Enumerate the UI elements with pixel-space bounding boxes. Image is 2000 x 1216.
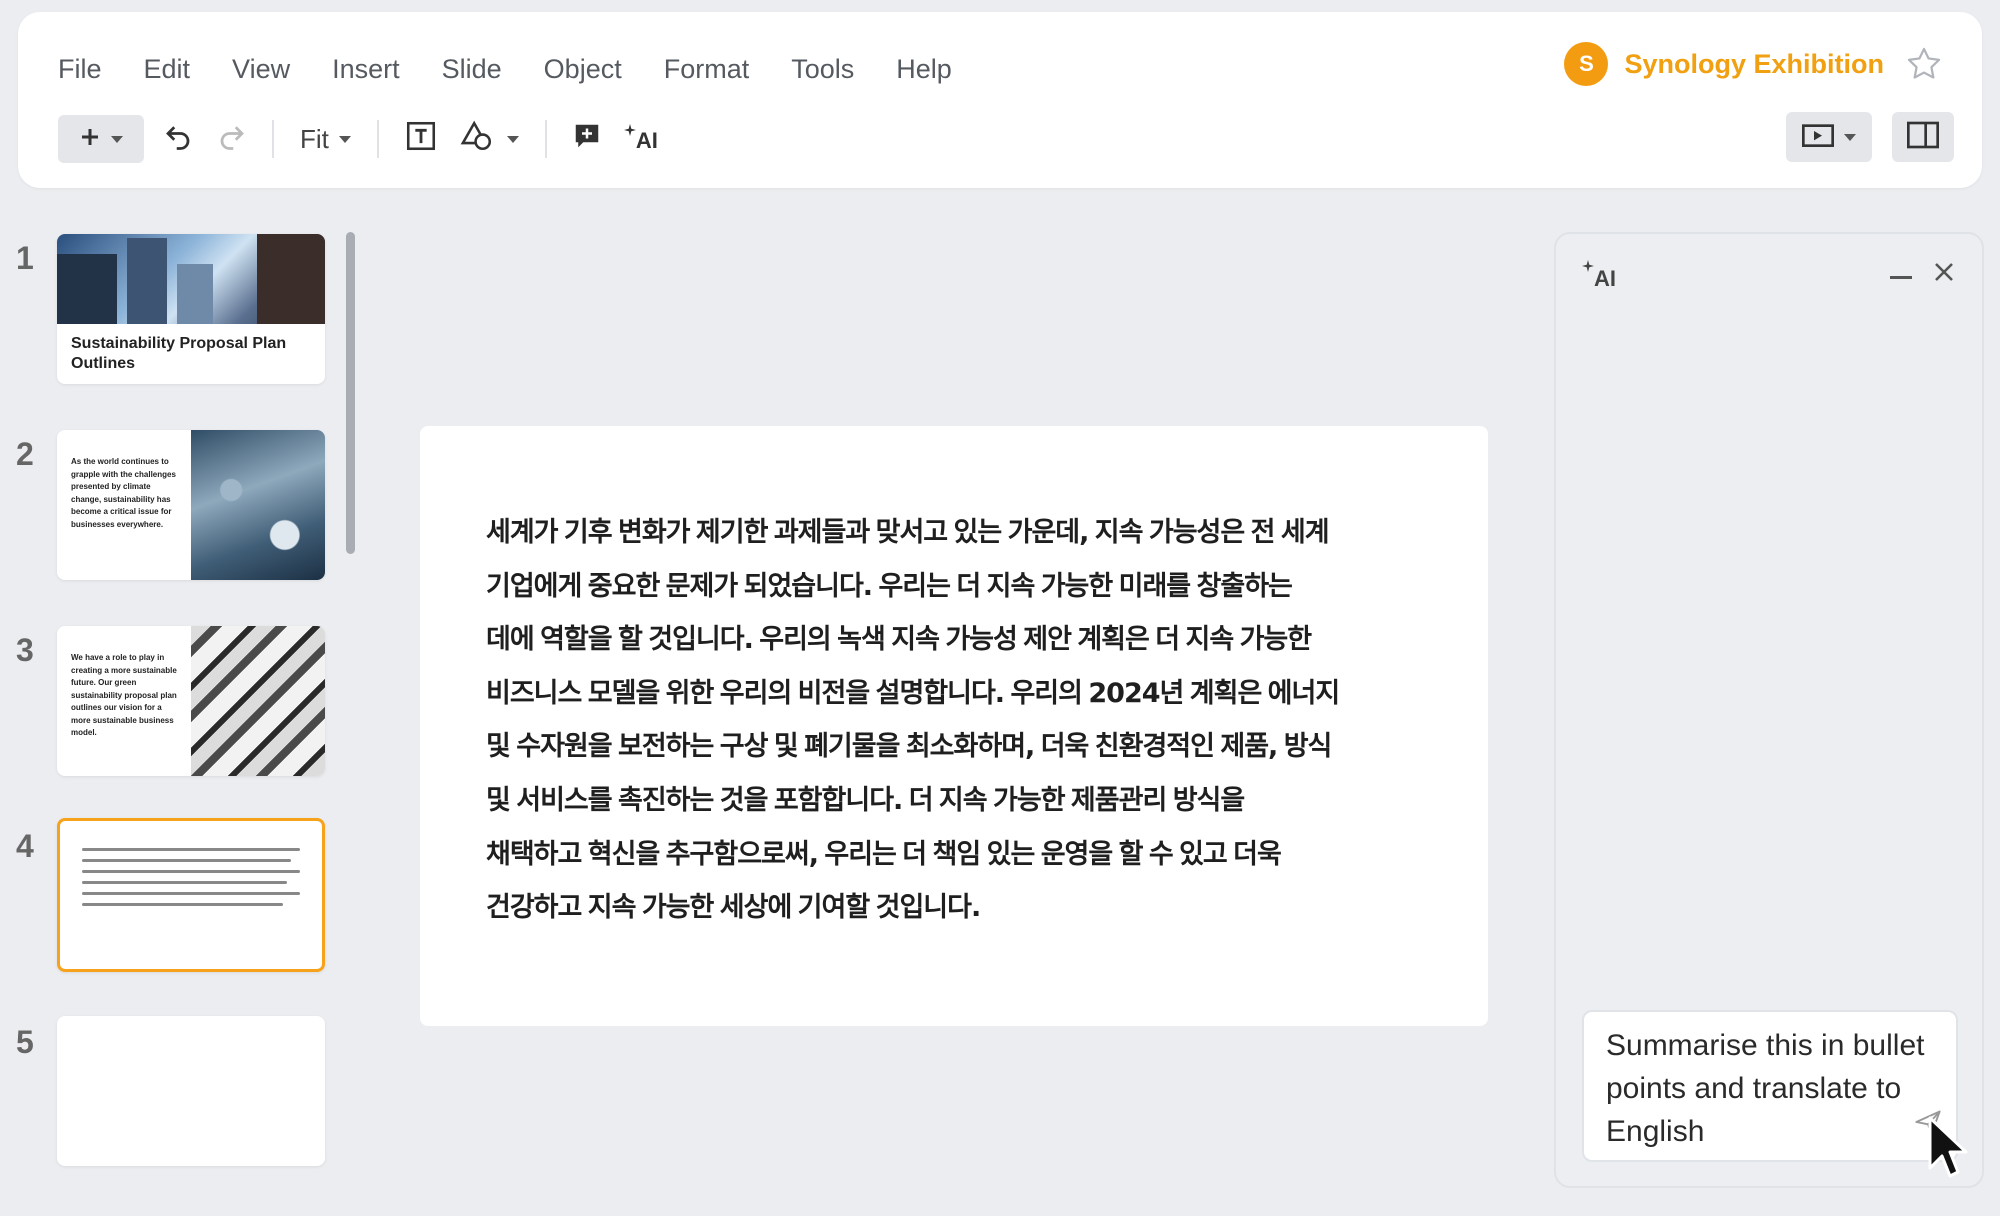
ai-assistant-panel: AI Summarise this in bullet points and t… [1554,232,1984,1188]
slide-text-line: 비즈니스 모델을 위한 우리의 비전을 설명합니다. 우리의 2024년 계획은… [486,677,1340,709]
text-box-icon [404,119,438,160]
menu-object[interactable]: Object [523,50,643,89]
top-bar: File Edit View Insert Slide Object Forma… [18,12,1982,188]
menu-help[interactable]: Help [875,50,973,89]
undo-icon [163,121,193,158]
slide-text-line: 기업에게 중요한 문제가 되었습니다. 우리는 더 지속 가능한 미래를 창출하… [486,570,1293,602]
document-name: Synology Exhibition [1624,48,1884,79]
menu-tools[interactable]: Tools [770,50,875,89]
insert-comment-icon [572,121,602,158]
ai-panel-label: AI [1594,266,1616,291]
slide-text-line: 데에 역할을 할 것입니다. 우리의 녹색 지속 가능성 제안 계획은 더 지속… [486,624,1312,656]
ai-logo-icon: AI [1582,260,1616,292]
city-buildings-image [57,234,325,324]
minimize-icon[interactable] [1890,276,1912,279]
menu-format[interactable]: Format [643,50,771,89]
text-box-button[interactable] [399,115,443,163]
menu-file[interactable]: File [58,50,123,89]
slide-preview-text [60,821,322,936]
chevron-down-icon [1844,133,1856,141]
menu-bar: File Edit View Insert Slide Object Forma… [58,50,973,89]
ai-label: AI [635,128,658,153]
ai-prompt-text: Summarise this in bullet points and tran… [1606,1029,1925,1148]
slide-text-line: 및 수자원을 보전하는 구상 및 폐기물을 최소화하며, 더욱 친환경적인 제품… [486,731,1332,763]
side-panel-icon [1907,121,1939,154]
ai-magic-icon: AI [623,124,658,154]
shapes-icon [460,119,494,160]
menu-insert[interactable]: Insert [311,50,421,89]
menu-edit[interactable]: Edit [123,50,212,89]
close-icon[interactable] [1932,256,1956,290]
chevron-down-icon [111,135,123,143]
slide-thumbnail-3[interactable]: We have a role to play in creating a mor… [57,626,325,776]
slide-text-box[interactable]: 세계가 기후 변화가 제기한 과제들과 맞서고 있는 가운데, 지속 가능성은 … [486,506,1406,935]
slide-title: Sustainability Proposal Plan Outlines [71,335,287,372]
slide-text: We have a role to play in creating a mor… [71,653,177,737]
slide-text: As the world continues to grapple with t… [71,457,176,529]
new-object-button[interactable] [58,115,144,163]
toolbar: Fit AI [58,114,675,164]
slide-text-line: 건강하고 지속 가능한 세상에 기여할 것입니다. [486,892,981,924]
favorite-star-icon[interactable] [1902,42,1946,86]
toolbar-divider [544,120,547,158]
chevron-down-icon [338,135,351,143]
slide-panel-scrollbar[interactable] [346,232,355,554]
slide-thumbnail-1[interactable]: Sustainability Proposal Plan Outlines [57,234,325,384]
present-icon [1802,121,1834,154]
menu-slide[interactable]: Slide [421,50,523,89]
chevron-down-icon [506,135,519,143]
slide-number: 5 [16,1024,34,1060]
slide-text-line: 및 서비스를 촉진하는 것을 포함합니다. 더 지속 가능한 제품관리 방식을 [486,784,1245,816]
plus-icon [79,124,101,155]
slide-number: 4 [16,828,34,864]
undo-button[interactable] [158,115,198,163]
slide-number: 2 [16,436,34,472]
slide-number: 3 [16,632,34,668]
mouse-pointer-icon [1928,1116,1974,1185]
redo-icon [217,121,247,158]
redo-button[interactable] [212,115,252,163]
insert-comment-button[interactable] [567,115,607,163]
slide-thumbnail-4[interactable] [57,818,325,972]
toolbar-divider [376,120,379,158]
toolbar-divider [272,120,274,158]
shapes-dropdown[interactable] [501,115,525,163]
toggle-side-panel-button[interactable] [1892,112,1954,162]
toolbar-right [1786,112,1954,162]
present-button[interactable] [1786,112,1872,162]
user-avatar: S [1564,42,1609,86]
file-title[interactable]: S Synology Exhibition [1564,42,1884,86]
zoom-label: Fit [300,123,329,154]
ai-assistant-button[interactable]: AI [621,115,661,163]
architecture-image [191,626,325,776]
slide-thumbnail-2[interactable]: As the world continues to grapple with t… [57,430,325,580]
slide-text-line: 채택하고 혁신을 추구함으로써, 우리는 더 책임 있는 운영을 할 수 있고 … [486,838,1282,870]
slide-text-line: 세계가 기후 변화가 제기한 과제들과 맞서고 있는 가운데, 지속 가능성은 … [486,517,1330,548]
menu-view[interactable]: View [211,50,311,89]
slide-thumbnail-5[interactable] [57,1016,325,1166]
slide-canvas[interactable]: 세계가 기후 변화가 제기한 과제들과 맞서고 있는 가운데, 지속 가능성은 … [420,426,1488,1026]
zoom-select[interactable]: Fit [294,115,357,163]
slide-number: 1 [16,240,34,276]
ai-prompt-input[interactable]: Summarise this in bullet points and tran… [1582,1010,1958,1162]
shapes-button[interactable] [457,115,497,163]
snowy-forest-image [191,430,325,580]
